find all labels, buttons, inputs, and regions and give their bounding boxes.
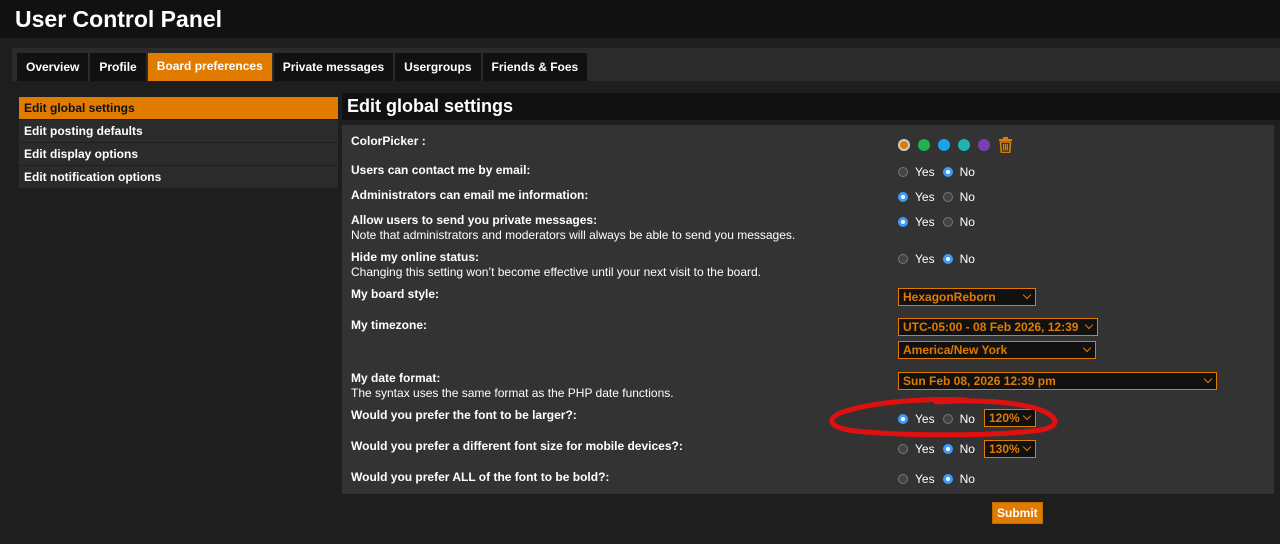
no-label: No (959, 164, 975, 179)
trash-icon[interactable] (999, 136, 1012, 153)
chevron-down-icon (1203, 374, 1213, 384)
timezone-offset-select[interactable]: UTC-05:00 - 08 Feb 2026, 12:39 (898, 318, 1098, 336)
timezone-label: My timezone: (351, 318, 428, 332)
font-larger-no-radio[interactable] (942, 413, 953, 424)
admin-email-no-radio[interactable] (942, 191, 953, 202)
color-swatch-purple[interactable] (978, 138, 990, 151)
tab-board-preferences[interactable]: Board preferences (147, 53, 272, 81)
date-format-select[interactable]: Sun Feb 08, 2026 12:39 pm (898, 372, 1217, 390)
hide-online-radios: Yes No (898, 250, 983, 267)
board-style-value: HexagonReborn (903, 290, 996, 304)
sidebar-item-notification-options[interactable]: Edit notification options (19, 166, 338, 189)
admin-email-label: Administrators can email me information: (351, 188, 589, 202)
yes-label: Yes (915, 164, 935, 179)
no-label: No (959, 189, 975, 204)
chevron-down-icon (1022, 411, 1032, 421)
private-messages-no-radio[interactable] (942, 216, 953, 227)
font-bold-yes-radio[interactable] (898, 473, 908, 484)
timezone-offset-value: UTC-05:00 - 08 Feb 2026, 12:39 (903, 320, 1079, 334)
colorpicker-swatches (898, 136, 1012, 153)
tab-overview[interactable]: Overview (17, 53, 89, 81)
submit-button[interactable]: Submit (992, 502, 1043, 524)
yes-label: Yes (915, 189, 935, 204)
tab-usergroups[interactable]: Usergroups (395, 53, 481, 81)
private-messages-radios: Yes No (898, 213, 983, 230)
tab-private-messages[interactable]: Private messages (273, 53, 394, 81)
contact-email-radios: Yes No (898, 163, 983, 180)
row-font-mobile: Would you prefer a different font size f… (351, 439, 1266, 457)
sidebar: Edit global settings Edit posting defaul… (19, 97, 338, 189)
font-larger-radios: Yes No (898, 410, 983, 427)
tab-profile[interactable]: Profile (90, 53, 146, 81)
row-font-bold: Would you prefer ALL of the font to be b… (351, 470, 1266, 487)
row-font-larger: Would you prefer the font to be larger?:… (351, 408, 1266, 426)
contact-email-no-radio[interactable] (942, 166, 953, 177)
row-hide-online: Hide my online status: Changing this set… (351, 250, 1266, 280)
row-private-messages: Allow users to send you private messages… (351, 213, 1266, 243)
colorpicker-label: ColorPicker : (351, 134, 426, 148)
timezone-zone-select[interactable]: America/New York (898, 341, 1096, 359)
hide-online-description: Changing this setting won’t become effec… (351, 265, 762, 279)
row-admin-email: Administrators can email me information:… (351, 188, 1266, 205)
row-timezone: My timezone: (351, 318, 1266, 333)
page-title: User Control Panel (15, 6, 223, 32)
chevron-down-icon (1022, 442, 1032, 452)
date-format-value: Sun Feb 08, 2026 12:39 pm (903, 374, 1056, 388)
color-swatch-green[interactable] (918, 138, 930, 151)
timezone-zone-value: America/New York (903, 343, 1008, 357)
row-colorpicker: ColorPicker : (351, 134, 1266, 153)
font-mobile-size-value: 130% (989, 442, 1020, 456)
chevron-down-icon (1082, 343, 1092, 353)
yes-label: Yes (915, 471, 935, 486)
font-larger-size-value: 120% (989, 411, 1020, 425)
font-larger-label: Would you prefer the font to be larger?: (351, 408, 577, 422)
tab-bar: Overview Profile Board preferences Priva… (17, 53, 589, 81)
font-larger-yes-radio[interactable] (898, 413, 908, 424)
font-mobile-yes-radio[interactable] (898, 443, 908, 454)
hide-online-yes-radio[interactable] (898, 253, 908, 264)
no-label: No (959, 441, 975, 456)
board-style-select[interactable]: HexagonReborn (898, 288, 1036, 306)
contact-email-yes-radio[interactable] (898, 166, 908, 177)
color-swatch-orange[interactable] (898, 138, 910, 151)
no-label: No (959, 251, 975, 266)
no-label: No (959, 471, 975, 486)
yes-label: Yes (915, 214, 935, 229)
font-larger-size-select[interactable]: 120% (984, 409, 1036, 427)
admin-email-radios: Yes No (898, 188, 983, 205)
font-bold-radios: Yes No (898, 470, 983, 487)
color-swatch-blue[interactable] (938, 138, 950, 151)
sidebar-item-display-options[interactable]: Edit display options (19, 143, 338, 166)
private-messages-description: Note that administrators and moderators … (351, 228, 796, 242)
yes-label: Yes (915, 411, 935, 426)
font-mobile-no-radio[interactable] (942, 443, 953, 454)
row-contact-email: Users can contact me by email: Yes No (351, 163, 1266, 180)
font-mobile-radios: Yes No (898, 440, 983, 457)
board-style-label: My board style: (351, 287, 440, 301)
no-label: No (959, 411, 975, 426)
sidebar-item-global-settings[interactable]: Edit global settings (19, 97, 338, 120)
hide-online-no-radio[interactable] (942, 253, 953, 264)
row-board-style: My board style: (351, 287, 1266, 302)
admin-email-yes-radio[interactable] (898, 191, 908, 202)
panel-title: Edit global settings (347, 96, 514, 116)
contact-email-label: Users can contact me by email: (351, 163, 531, 177)
yes-label: Yes (915, 441, 935, 456)
font-mobile-label: Would you prefer a different font size f… (351, 439, 683, 453)
font-mobile-size-select[interactable]: 130% (984, 440, 1036, 458)
no-label: No (959, 214, 975, 229)
yes-label: Yes (915, 251, 935, 266)
sidebar-item-posting-defaults[interactable]: Edit posting defaults (19, 120, 338, 143)
tab-friends-foes[interactable]: Friends & Foes (482, 53, 588, 81)
private-messages-yes-radio[interactable] (898, 216, 908, 227)
color-swatch-teal[interactable] (958, 138, 970, 151)
chevron-down-icon (1022, 290, 1032, 300)
chevron-down-icon (1084, 320, 1094, 330)
hide-online-label: Hide my online status: (351, 250, 480, 264)
private-messages-label: Allow users to send you private messages… (351, 213, 598, 227)
font-bold-label: Would you prefer ALL of the font to be b… (351, 470, 610, 484)
font-bold-no-radio[interactable] (942, 473, 953, 484)
